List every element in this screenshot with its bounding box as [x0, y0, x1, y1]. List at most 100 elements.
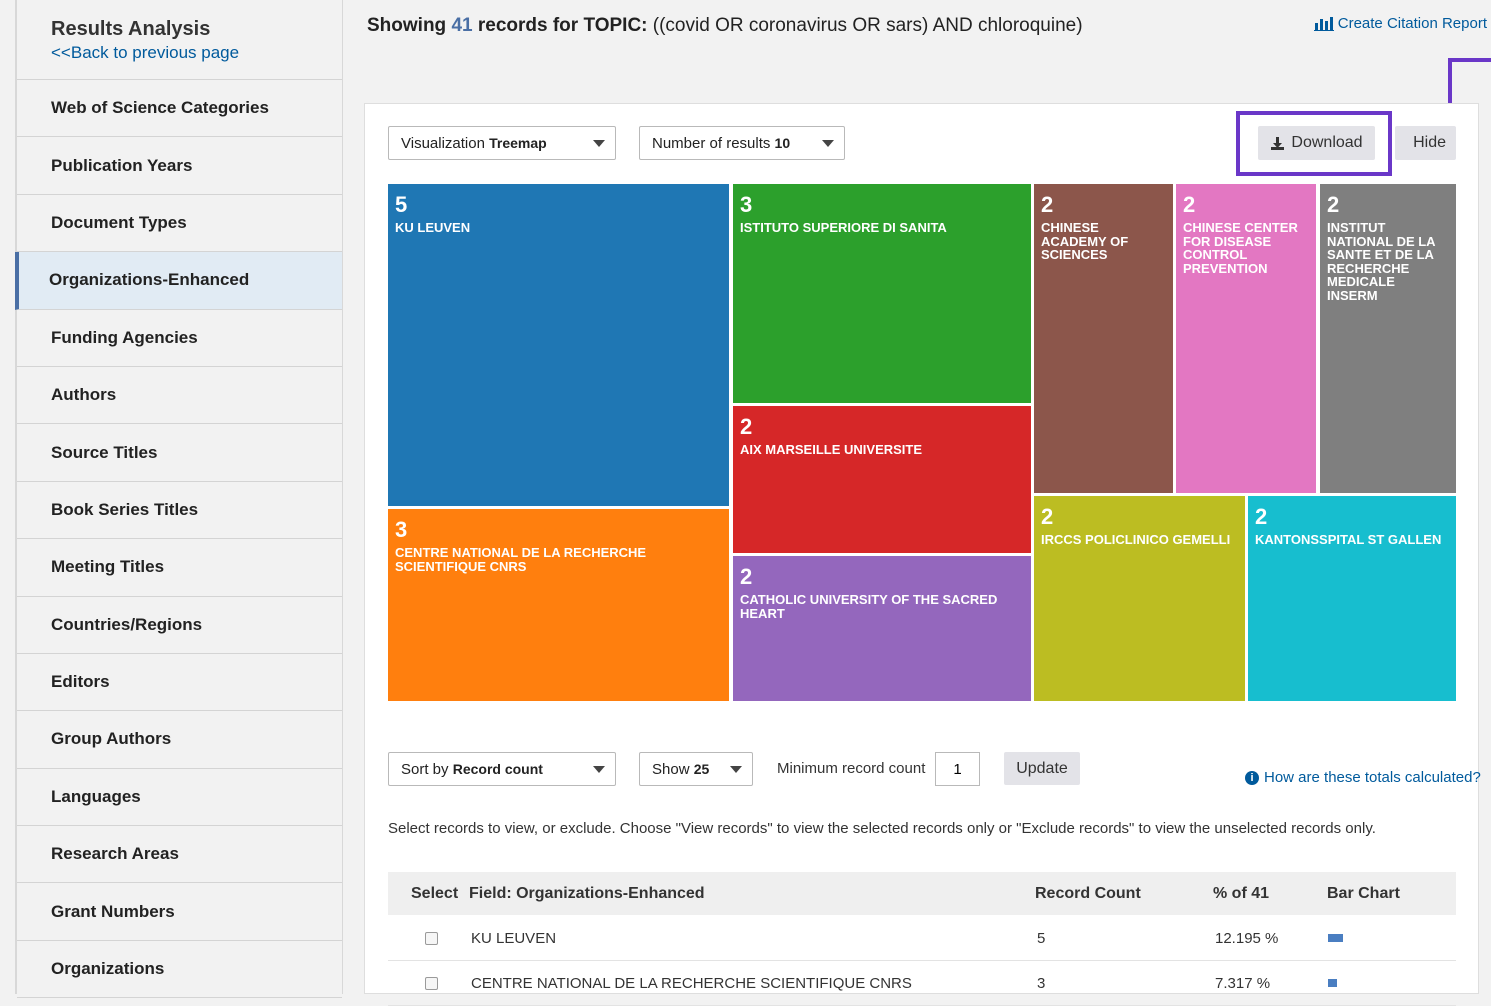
row-bar-cell — [1328, 916, 1343, 960]
row-name: CENTRE NATIONAL DE LA RECHERCHE SCIENTIF… — [471, 974, 912, 992]
update-label: Update — [1016, 759, 1068, 777]
sidebar-item[interactable]: Countries/Regions — [17, 597, 342, 654]
visualization-label: Visualization — [401, 134, 485, 152]
tile-name: CATHOLIC UNIVERSITY OF THE SACRED HEART — [740, 592, 998, 621]
col-bar-chart: Bar Chart — [1327, 884, 1400, 902]
sidebar-items: Web of Science Categories Publication Yea… — [15, 80, 342, 999]
treemap-tile[interactable]: 2 INSTITUT NATIONAL DE LA SANTE ET DE LA … — [1320, 184, 1456, 493]
citation-report-label: Create Citation Report — [1337, 15, 1487, 32]
tile-name: INSTITUT NATIONAL DE LA SANTE ET DE LA R… — [1327, 220, 1436, 303]
treemap-tile[interactable]: 2 IRCCS POLICLINICO GEMELLI — [1034, 496, 1245, 701]
treemap-tile[interactable]: 3 CENTRE NATIONAL DE LA RECHERCHE SCIENTI… — [388, 509, 729, 701]
sidebar: Results Analysis <<Back to previous page… — [15, 0, 343, 999]
table-header: Select Field: Organizations-Enhanced Rec… — [388, 872, 1456, 915]
tile-name: KU LEUVEN — [395, 220, 471, 235]
min-count-label: Minimum record count — [777, 760, 926, 777]
page-title: Showing 41 records for TOPIC: ((covid OR… — [367, 15, 1083, 37]
sidebar-item[interactable]: Meeting Titles — [17, 539, 342, 597]
treemap-tile[interactable]: 2 CHINESE CENTER FOR DISEASE CONTROL PREV… — [1176, 184, 1316, 493]
row-checkbox-cell — [425, 916, 438, 960]
sidebar-item[interactable]: Research Areas — [17, 826, 342, 884]
num-results-label: Number of results — [652, 134, 771, 152]
sidebar-item[interactable]: Publication Years — [17, 137, 342, 195]
showing-label: Showing — [367, 15, 447, 36]
how-calculated-link[interactable]: i How are these totals calculated? — [1245, 769, 1481, 786]
sidebar-item[interactable]: Organizations-Enhanced — [15, 252, 342, 310]
treemap-tile[interactable]: 2 CATHOLIC UNIVERSITY OF THE SACRED HEART — [733, 556, 1031, 701]
col-field: Field: Organizations-Enhanced — [469, 884, 705, 902]
sidebar-item[interactable]: Authors — [17, 367, 342, 425]
tile-count: 2 — [740, 414, 753, 439]
sidebar-item[interactable]: Book Series Titles — [17, 482, 342, 540]
col-record-count: Record Count — [1035, 884, 1141, 902]
annotation-highlight-box — [1236, 111, 1392, 176]
row-percent: 7.317 % — [1215, 974, 1271, 992]
treemap-tile[interactable]: 5 KU LEUVEN — [388, 184, 729, 506]
show-select[interactable]: Show 25 — [639, 752, 753, 786]
sidebar-item[interactable]: Document Types — [17, 195, 342, 253]
row-bar-cell — [1328, 961, 1337, 1005]
sidebar-item[interactable]: Source Titles — [17, 424, 342, 482]
update-button[interactable]: Update — [1004, 752, 1080, 785]
sidebar-title: Results Analysis — [51, 18, 211, 40]
chevron-down-icon — [593, 766, 605, 773]
tile-count: 2 — [1041, 504, 1054, 529]
tile-name: KANTONSSPITAL ST GALLEN — [1255, 532, 1442, 547]
treemap-tile[interactable]: 2 AIX MARSEILLE UNIVERSITE — [733, 406, 1031, 553]
treemap-tile[interactable]: 2 KANTONSSPITAL ST GALLEN — [1248, 496, 1456, 701]
tile-name: CHINESE CENTER FOR DISEASE CONTROL PREVE… — [1183, 220, 1298, 276]
sidebar-header: Results Analysis <<Back to previous page — [17, 0, 342, 80]
bar-chart-icon — [1313, 16, 1334, 31]
col-select: Select — [411, 884, 459, 902]
sort-value: Record count — [452, 761, 543, 777]
chevron-down-icon — [593, 140, 605, 147]
row-bar — [1328, 979, 1337, 987]
back-link[interactable]: <<Back to previous page — [51, 43, 342, 63]
visualization-select[interactable]: Visualization Treemap — [388, 126, 616, 160]
row-count: 5 — [1037, 929, 1046, 947]
row-checkbox-cell — [425, 961, 438, 1005]
tile-count: 2 — [1327, 192, 1340, 217]
chevron-down-icon — [730, 766, 742, 773]
instructions-text: Select records to view, or exclude. Choo… — [388, 820, 1376, 837]
sidebar-item[interactable]: Organizations — [17, 941, 342, 999]
tile-count: 3 — [740, 192, 753, 217]
col-percent: % of 41 — [1213, 884, 1270, 902]
sidebar-item[interactable]: Web of Science Categories — [17, 80, 342, 138]
row-checkbox[interactable] — [425, 976, 438, 990]
create-citation-report-link[interactable]: Create Citation Report — [1313, 15, 1487, 32]
tile-count: 2 — [1183, 192, 1196, 217]
number-of-results-select[interactable]: Number of results 10 — [639, 126, 845, 160]
table-row: CENTRE NATIONAL DE LA RECHERCHE SCIENTIF… — [388, 961, 1456, 1006]
treemap-tile[interactable]: 2 CHINESE ACADEMY OF SCIENCES — [1034, 184, 1173, 493]
info-icon: i — [1245, 770, 1259, 785]
sidebar-item[interactable]: Editors — [17, 654, 342, 712]
tile-count: 3 — [395, 517, 408, 542]
sidebar-item[interactable]: Grant Numbers — [17, 883, 342, 941]
how-calculated-label: How are these totals calculated? — [1264, 769, 1481, 786]
hide-label: Hide — [1413, 134, 1446, 151]
chevron-down-icon — [822, 140, 834, 147]
sort-select[interactable]: Sort by Record count — [388, 752, 616, 786]
sidebar-item[interactable]: Funding Agencies — [17, 310, 342, 367]
topic-label: TOPIC: — [583, 15, 648, 36]
sidebar-item[interactable]: Group Authors — [17, 711, 342, 769]
record-count: 41 — [451, 15, 473, 36]
tile-name: IRCCS POLICLINICO GEMELLI — [1041, 532, 1231, 547]
sidebar-item[interactable]: Languages — [17, 769, 342, 827]
tile-count: 5 — [395, 192, 408, 217]
visualization-value: Treemap — [489, 135, 547, 151]
hide-button[interactable]: Hide — [1395, 126, 1456, 160]
row-count: 3 — [1037, 974, 1046, 992]
show-value: 25 — [693, 761, 710, 777]
treemap-tile[interactable]: 3 ISTITUTO SUPERIORE DI SANITA — [733, 184, 1031, 403]
sort-label: Sort by — [401, 760, 449, 778]
tile-name: AIX MARSEILLE UNIVERSITE — [740, 442, 923, 457]
row-checkbox[interactable] — [425, 931, 438, 945]
tile-name: ISTITUTO SUPERIORE DI SANITA — [740, 220, 947, 235]
tile-count: 2 — [1041, 192, 1054, 217]
row-name: KU LEUVEN — [471, 929, 557, 947]
tile-count: 2 — [740, 564, 753, 589]
table-row: KU LEUVEN 5 12.195 % — [388, 916, 1456, 961]
min-count-input[interactable] — [935, 752, 980, 786]
